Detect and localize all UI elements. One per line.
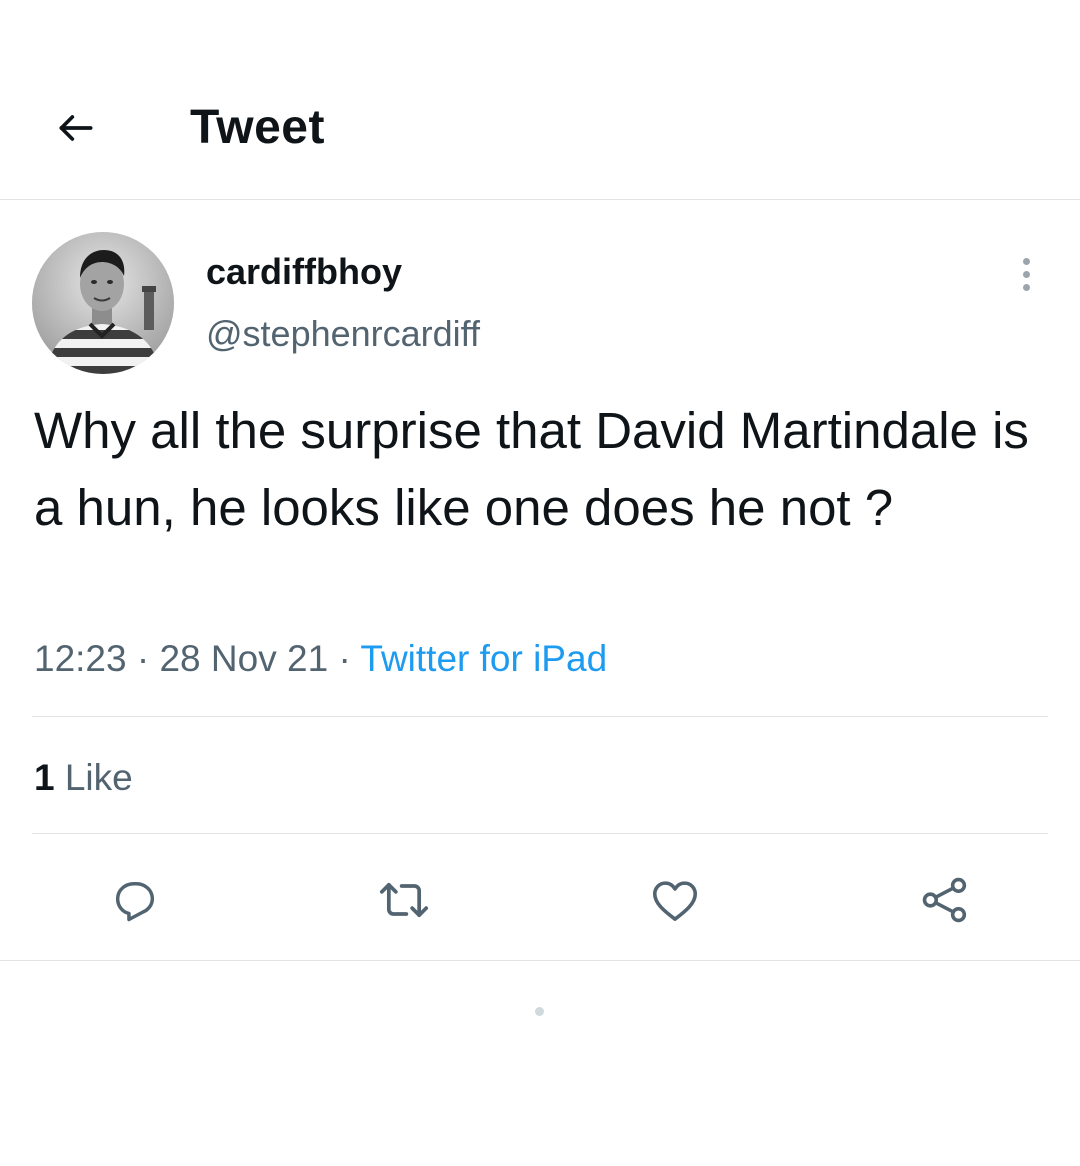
retweet-icon — [379, 882, 429, 918]
likes-label: Like — [64, 757, 133, 798]
reply-button[interactable] — [107, 872, 163, 928]
top-app-bar: Tweet — [0, 0, 1080, 200]
more-vertical-icon — [1022, 257, 1030, 265]
divider — [32, 833, 1048, 834]
divider — [0, 960, 1080, 961]
tweet-text: Why all the surprise that David Martinda… — [34, 402, 1029, 536]
arrow-left-icon — [59, 115, 93, 141]
more-vertical-icon-dot — [1022, 283, 1030, 291]
back-button[interactable] — [48, 100, 104, 156]
author-display-name[interactable]: cardiffbhoy — [206, 250, 402, 294]
reply-icon — [115, 882, 155, 922]
like-button[interactable] — [647, 872, 703, 928]
heart-icon — [652, 881, 698, 921]
more-vertical-icon-dot — [1022, 270, 1030, 278]
share-button[interactable] — [917, 872, 973, 928]
meta-separator: · — [136, 638, 150, 679]
tweet-meta: 12:23 · 28 Nov 21 · Twitter for iPad — [34, 636, 607, 682]
author-handle[interactable]: @stephenrcardiff — [206, 312, 480, 356]
avatar[interactable] — [32, 232, 174, 374]
loading-indicator — [535, 1007, 544, 1016]
divider — [32, 716, 1048, 717]
page-title: Tweet — [190, 101, 325, 154]
likes-count: 1 — [34, 757, 55, 798]
retweet-button[interactable] — [376, 872, 432, 928]
tweet-date: 28 Nov 21 — [159, 638, 329, 679]
meta-separator: · — [338, 638, 351, 679]
likes-count-link[interactable]: 1 Like — [34, 756, 133, 800]
tweet-source-link[interactable]: Twitter for iPad — [360, 638, 607, 679]
share-icon — [922, 877, 967, 923]
tweet-time: 12:23 — [34, 638, 127, 679]
avatar-photo — [32, 232, 174, 374]
more-options-button[interactable] — [1006, 254, 1046, 294]
